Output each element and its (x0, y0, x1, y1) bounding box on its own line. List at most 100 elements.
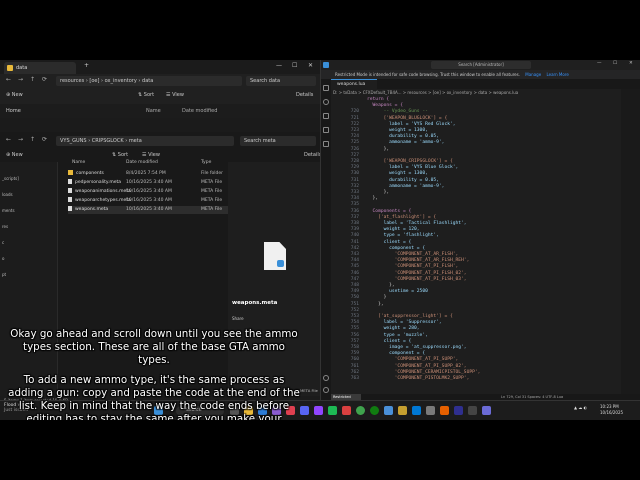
new-button[interactable]: ⊕ New (6, 92, 23, 98)
code-line[interactable]: 'COMPONENT_AT_PI_SUPP', (367, 357, 459, 362)
col-name-header[interactable]: Name (72, 160, 85, 165)
breadcrumb-item[interactable]: resources (60, 78, 84, 84)
nav-item[interactable]: _scripts] (2, 176, 19, 181)
breadcrumb-item[interactable]: CRIPSGLOCK (92, 138, 124, 144)
code-line[interactable]: } (367, 295, 387, 300)
gear-icon[interactable] (323, 387, 329, 393)
search-icon[interactable] (323, 99, 329, 105)
app-icon[interactable] (426, 406, 435, 415)
code-line[interactable]: 'COMPONENT_AT_PI_FLSH', (367, 264, 459, 269)
app-icon[interactable] (384, 406, 393, 415)
tab-weapons-lua[interactable]: weapons.lua (331, 79, 377, 89)
maximize-icon[interactable]: ☐ (292, 62, 297, 69)
code-line[interactable]: weight = 280, (367, 326, 420, 331)
code-line[interactable]: 'COMPONENT_AT_PI_SUPP_02', (367, 364, 467, 369)
clock-time[interactable]: 10:23 PM (600, 404, 619, 409)
explorer-tab-data[interactable]: data (4, 62, 76, 74)
file-row[interactable]: pedpersonality.meta 10/16/2025 3:40 AM M… (68, 179, 228, 187)
command-search[interactable]: Search [Administrator] (431, 61, 531, 69)
code-line[interactable]: 'COMPONENT_AT_PI_FLSH_02', (367, 271, 467, 276)
spotify-icon[interactable] (328, 406, 337, 415)
extensions-icon[interactable] (323, 141, 329, 147)
code-line[interactable]: Weapons = { (367, 103, 403, 108)
new-tab-icon[interactable]: + (84, 62, 89, 69)
code-line[interactable]: usetime = 2500 (367, 289, 428, 294)
minimize-icon[interactable]: — (597, 61, 602, 66)
col-name-header[interactable]: Name (146, 108, 161, 114)
code-line[interactable]: ['at_flashlight'] = { (367, 215, 436, 220)
code-line[interactable]: ['at_suppressor_light'] = { (367, 314, 453, 319)
file-row-selected[interactable]: weapons.meta 10/16/2025 3:40 AM META Fil… (68, 206, 228, 214)
code-line[interactable]: 'COMPONENT_PISTOLMK2_SUPP', (367, 376, 470, 381)
code-line[interactable]: ammoname = 'ammo-9', (367, 184, 444, 189)
file-row[interactable]: components 8/4/2025 7:54 PM File folder (68, 170, 228, 178)
back-icon[interactable]: ← (6, 136, 11, 143)
tray-icons[interactable]: ▲ ☁ ◐ (574, 405, 587, 410)
code-line[interactable]: }, (367, 283, 395, 288)
maximize-icon[interactable]: ☐ (613, 61, 617, 66)
app-icon[interactable] (454, 406, 463, 415)
code-line[interactable]: ['WEAPON_BLUGLOCK'] = { (367, 116, 448, 121)
app-icon[interactable] (398, 406, 407, 415)
file-row[interactable]: weaponarchetypes.meta 10/16/2025 3:40 AM… (68, 197, 228, 205)
up-icon[interactable]: ↑ (30, 136, 35, 143)
details-button[interactable]: Details (296, 92, 313, 98)
code-line[interactable]: durability = 0.05, (367, 134, 439, 139)
code-line[interactable]: 'COMPONENT_AT_PI_FLSH_03', (367, 277, 467, 282)
nav-item[interactable]: c (2, 240, 4, 245)
code-line[interactable]: type = 'flashlight', (367, 233, 439, 238)
code-line[interactable]: type = 'muzzle', (367, 333, 428, 338)
banner-manage-link[interactable]: Manage (525, 72, 541, 77)
nav-item[interactable]: loads (2, 192, 13, 197)
code-line[interactable]: }, (367, 190, 390, 195)
search-input[interactable]: Search data (246, 76, 316, 86)
app-icon[interactable] (314, 406, 323, 415)
nav-item[interactable]: o (2, 256, 4, 261)
chrome-icon[interactable] (356, 406, 365, 415)
app-icon[interactable] (412, 406, 421, 415)
details-button[interactable]: Details (304, 152, 321, 158)
explorer-icon[interactable] (323, 85, 329, 91)
banner-learn-link[interactable]: Learn More (546, 72, 568, 77)
code-line[interactable]: client = { (367, 240, 412, 245)
forward-icon[interactable]: → (18, 136, 23, 143)
code-line[interactable]: label = 'VYS Blue Glock', (367, 165, 458, 170)
app-icon[interactable] (342, 406, 351, 415)
forward-icon[interactable]: → (18, 76, 23, 83)
code-line[interactable]: image = 'at_suppressor.png', (367, 345, 466, 350)
code-editor[interactable]: return { Weapons = {720 -- Vydeo_Guns --… (331, 97, 631, 387)
breadcrumb-item[interactable]: data (142, 78, 153, 84)
code-line[interactable]: -- Vydeo_Guns -- (367, 109, 428, 114)
sort-button[interactable]: ⇅ Sort (112, 152, 128, 158)
app-icon[interactable] (482, 406, 491, 415)
code-line[interactable]: }, (367, 302, 384, 307)
code-line[interactable]: 'COMPONENT_AT_AR_FLSH', (367, 252, 459, 257)
breadcrumb-item[interactable]: VYS_GUNS (60, 138, 87, 144)
breadcrumb-item[interactable]: meta (129, 138, 142, 144)
code-line[interactable]: }, (367, 196, 379, 201)
code-line[interactable]: weight = 1300, (367, 128, 428, 133)
nav-item[interactable]: pt (2, 272, 6, 277)
refresh-icon[interactable]: ⟳ (42, 136, 47, 143)
search-input[interactable]: Search meta (240, 136, 316, 146)
new-button[interactable]: ⊕ New (6, 152, 23, 158)
refresh-icon[interactable]: ⟳ (42, 76, 47, 83)
file-row[interactable]: weaponanimations.meta 10/16/2025 3:40 AM… (68, 188, 228, 196)
col-type-header[interactable]: Type (201, 160, 211, 165)
code-line[interactable]: 'COMPONENT_AT_AR_FLSH_REH', (367, 258, 470, 263)
account-icon[interactable] (323, 375, 329, 381)
code-line[interactable]: durability = 0.05, (367, 178, 439, 183)
code-line[interactable]: ['WEAPON_CRIPSGLOCK'] = { (367, 159, 453, 164)
address-bar[interactable]: VYS_GUNS › CRIPSGLOCK › meta (56, 136, 234, 146)
minimap[interactable] (621, 89, 640, 400)
code-line[interactable]: }, (367, 147, 390, 152)
code-line[interactable]: 'COMPONENT_CERAMICPISTOL_SUPP', (367, 370, 481, 375)
nav-item[interactable]: res (2, 224, 8, 229)
address-bar[interactable]: resources › [oe] › ox_inventory › data (56, 76, 242, 86)
sort-button[interactable]: ⇅ Sort (138, 92, 154, 98)
code-line[interactable]: Components = { (367, 209, 412, 214)
xbox-icon[interactable] (370, 406, 379, 415)
close-icon[interactable]: ✕ (308, 62, 313, 69)
col-date-header[interactable]: Date modified (182, 108, 217, 114)
breadcrumb[interactable]: D: > txData > CFXDefault_7B4A... > resou… (333, 90, 518, 95)
